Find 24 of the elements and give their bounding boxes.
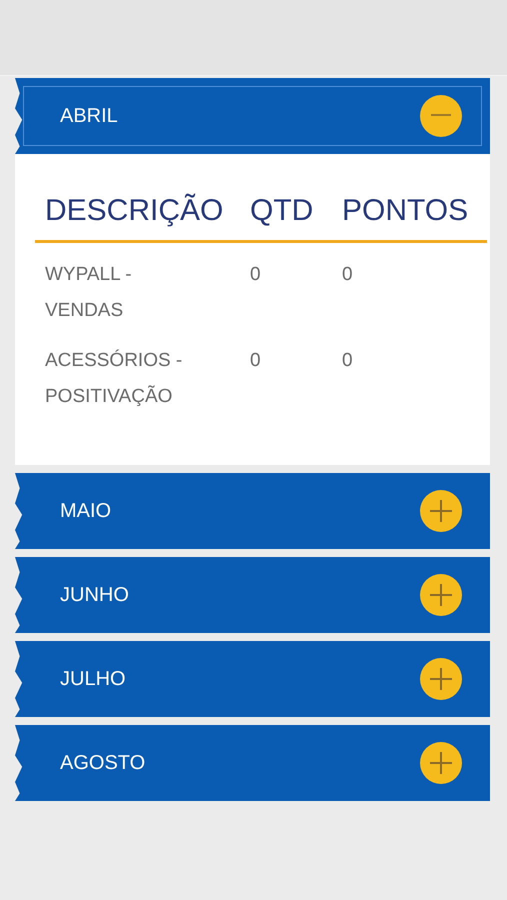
table-cell-text: 0: [250, 263, 262, 287]
column-header: QTD: [250, 194, 314, 228]
expand-icon[interactable]: [418, 572, 464, 618]
month-label: MAIO: [60, 500, 112, 522]
table-cell-text: 0: [250, 349, 262, 373]
accordion-header[interactable]: MAIO: [15, 473, 490, 549]
column-header: DESCRIÇÃO: [45, 194, 224, 228]
accordion-header[interactable]: JULHO: [15, 641, 490, 717]
accordion-header[interactable]: ABRIL: [15, 78, 490, 154]
column-header: PONTOS: [342, 194, 470, 228]
table-cell-text: ACESSÓRIOS - POSITIVAÇÃO: [45, 348, 184, 409]
table-cell-text: 0: [342, 263, 354, 287]
table-cell-text: WYPALL - VENDAS: [45, 263, 133, 323]
month-label: JUNHO: [60, 584, 130, 606]
table-cell-text: 0: [342, 349, 354, 373]
expand-icon[interactable]: [418, 656, 464, 702]
month-label: ABRIL: [60, 104, 119, 128]
accordion-header[interactable]: JUNHO: [15, 557, 490, 633]
month-label: AGOSTO: [60, 752, 146, 774]
month-label: JULHO: [60, 668, 127, 690]
accordion-header[interactable]: AGOSTO: [15, 725, 490, 801]
expand-icon[interactable]: [418, 740, 464, 786]
expand-icon[interactable]: [418, 488, 464, 534]
collapse-icon[interactable]: [418, 93, 464, 139]
